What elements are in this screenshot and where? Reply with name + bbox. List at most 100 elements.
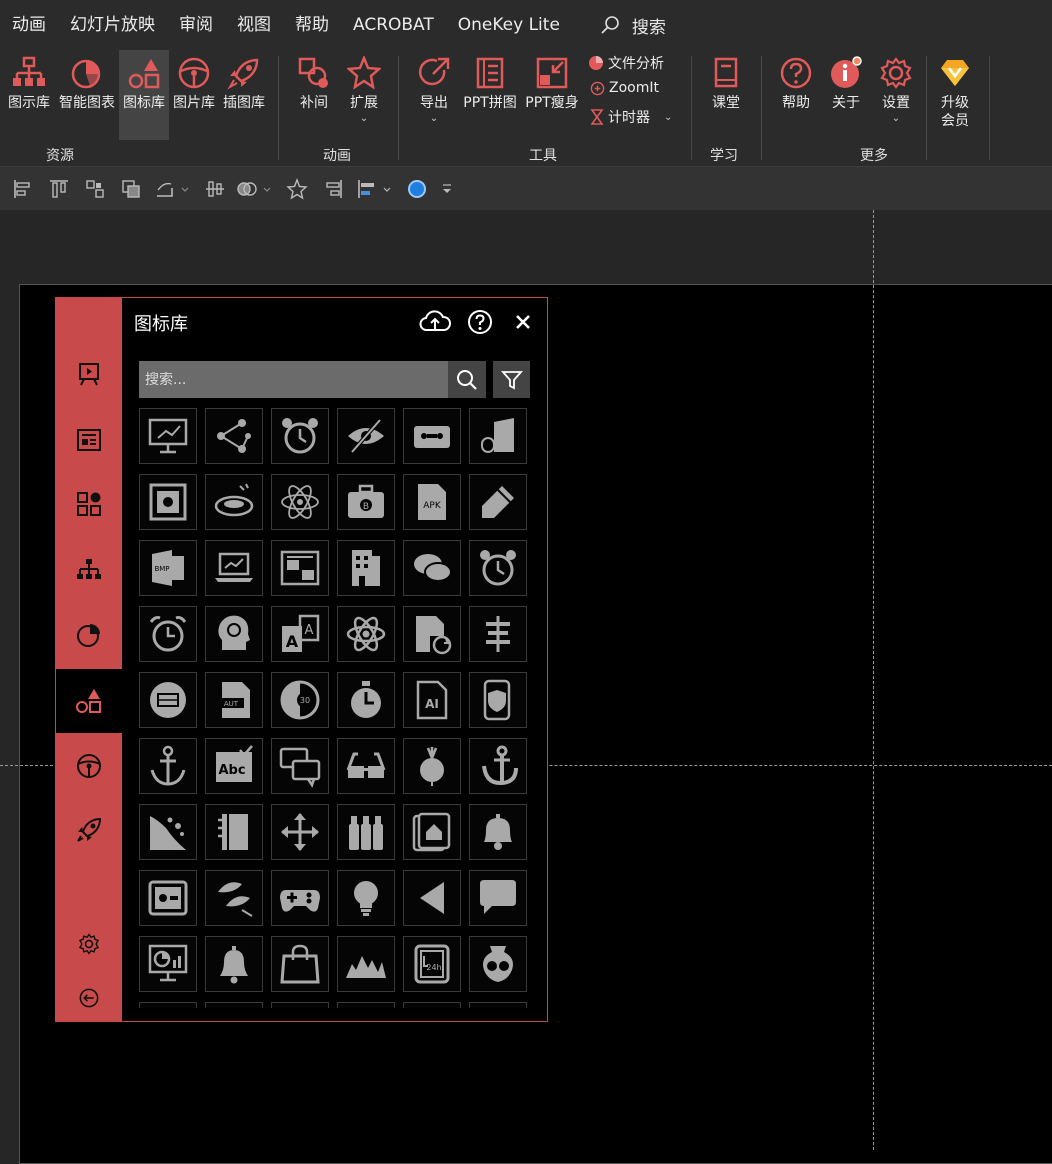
merge-shapes-icon[interactable] (236, 178, 258, 200)
help-button[interactable] (466, 308, 494, 336)
align-right-icon[interactable] (322, 178, 344, 200)
icon-tile-bell[interactable] (469, 804, 527, 860)
upgrade-member-button[interactable]: 升级 会员 (932, 50, 978, 140)
tab-onekey[interactable]: OneKey Lite (446, 0, 572, 50)
icon-tile-bell-2[interactable] (205, 936, 263, 992)
image-library-button[interactable]: 图片库 (170, 50, 218, 140)
icon-tile-font-letters[interactable]: AA (271, 606, 329, 662)
icon-tile-mouse-bag[interactable] (469, 408, 527, 464)
icon-tile-safe-box[interactable] (139, 474, 197, 530)
tween-button[interactable]: 补间 (292, 50, 336, 140)
icon-tile-pencil-eraser[interactable] (469, 474, 527, 530)
ppt-puzzle-button[interactable]: PPT拼图 (460, 50, 520, 140)
icon-tile-aut-file[interactable]: AUT (205, 672, 263, 728)
upload-button[interactable] (418, 308, 452, 336)
zoomit-button[interactable]: ZoomIt (590, 80, 659, 96)
help-button[interactable]: 帮助 (774, 50, 818, 140)
close-button[interactable] (509, 308, 537, 336)
icon-tile-home-book[interactable] (403, 804, 461, 860)
icon-tile-alarm-clock-3[interactable] (139, 606, 197, 662)
file-analysis-button[interactable]: 文件分析 (588, 53, 664, 73)
icon-tile-eye-slash[interactable] (337, 408, 395, 464)
group-objects-icon[interactable] (120, 178, 142, 200)
icon-tile-mountains[interactable] (337, 936, 395, 992)
extend-button[interactable]: 扩展 ⌄ (340, 50, 388, 140)
icon-tile-notebook[interactable] (205, 804, 263, 860)
sidebar-item-shapes[interactable] (56, 669, 122, 733)
icon-tile-chat-bubbles[interactable] (403, 540, 461, 596)
align-left-icon[interactable] (12, 178, 34, 200)
icon-tile-chat-double[interactable] (271, 738, 329, 794)
icon-tile-anchor-2[interactable] (469, 738, 527, 794)
icon-tile-bottles[interactable] (337, 804, 395, 860)
icon-tile-safe[interactable] (139, 870, 197, 926)
menu-search[interactable]: 搜索 (600, 13, 666, 38)
icon-tile-office-building[interactable] (337, 540, 395, 596)
icon-library-button[interactable]: 图标库 (119, 50, 169, 140)
icon-tile-alarm-clock-2[interactable] (469, 540, 527, 596)
icon-tile[interactable] (469, 1002, 527, 1008)
icon-tile-vase[interactable] (469, 936, 527, 992)
icon-tile-timer-30[interactable]: 30 (271, 672, 329, 728)
diagram-library-button[interactable]: 图示库 (4, 50, 54, 140)
icon-tile[interactable] (139, 1002, 197, 1008)
icon-tile-3d-glasses[interactable] (337, 738, 395, 794)
customize-toolbar-icon[interactable] (440, 178, 454, 200)
distribute-icon[interactable] (84, 178, 106, 200)
align-middle-icon[interactable] (204, 178, 226, 200)
tab-slideshow[interactable]: 幻灯片放映 (58, 0, 167, 50)
icon-tile-laptop-chart[interactable] (205, 540, 263, 596)
icon-tile-triangle-left[interactable] (403, 870, 461, 926)
icon-tile-share-nodes[interactable] (205, 408, 263, 464)
icon-tile[interactable] (403, 1002, 461, 1008)
icon-tile-ai-file[interactable]: AI (403, 672, 461, 728)
about-button[interactable]: 关于 (824, 50, 868, 140)
align-options-icon[interactable] (356, 178, 378, 200)
search-button[interactable] (448, 361, 486, 398)
icon-tile-dashboard-monitor[interactable] (139, 936, 197, 992)
icon-tile-atom[interactable] (337, 606, 395, 662)
icon-tile-phone-shield[interactable] (469, 672, 527, 728)
icon-tile-light-bulb[interactable] (337, 870, 395, 926)
icon-tile-stopwatch[interactable] (337, 672, 395, 728)
chevron-down-icon[interactable] (180, 178, 190, 200)
icon-tile-image-document[interactable] (271, 540, 329, 596)
align-top-icon[interactable] (48, 178, 70, 200)
icon-tile[interactable] (271, 1002, 329, 1008)
sidebar-item-steering[interactable] (56, 734, 122, 798)
icon-tile-gamepad[interactable] (271, 870, 329, 926)
sidebar-item-apps[interactable] (56, 472, 122, 536)
icon-tile-cassette-tape[interactable] (403, 408, 461, 464)
tab-help[interactable]: 帮助 (283, 0, 341, 50)
classroom-button[interactable]: 课堂 (704, 50, 748, 140)
icon-tile-alarm-clock[interactable] (271, 408, 329, 464)
icon-tile-feathers[interactable] (205, 870, 263, 926)
icon-tile-apk-file[interactable]: APK (403, 474, 461, 530)
icon-tile-fish-bowl[interactable] (205, 474, 263, 530)
icon-tile-presentation-chart[interactable] (139, 408, 197, 464)
icon-tile-24h-clock[interactable]: 24h (403, 936, 461, 992)
icon-tile-speech-bubble[interactable] (469, 870, 527, 926)
star-effect-icon[interactable] (286, 178, 308, 200)
sidebar-item-slideshow[interactable] (56, 342, 122, 406)
icon-tile-shopping-bag[interactable] (271, 936, 329, 992)
filter-button[interactable] (493, 361, 530, 398)
tab-animation[interactable]: 动画 (0, 0, 58, 50)
sidebar-settings[interactable] (56, 922, 122, 966)
icon-tile-anchor[interactable] (139, 738, 197, 794)
icon-tile-atom-science[interactable] (271, 474, 329, 530)
icon-tile[interactable] (205, 1002, 263, 1008)
sidebar-item-hierarchy[interactable] (56, 538, 122, 602)
color-fill-icon[interactable] (406, 178, 428, 200)
timer-button[interactable]: 计时器 ⌄ (590, 107, 672, 127)
illustration-library-button[interactable]: 插图库 (219, 50, 269, 140)
ppt-slim-button[interactable]: PPT瘦身 (522, 50, 582, 140)
icon-tile-bmp-file[interactable]: BMP (139, 540, 197, 596)
export-button[interactable]: 导出 ⌄ (414, 50, 454, 140)
icon-tile-landslide[interactable] (139, 804, 197, 860)
sidebar-item-rocket[interactable] (56, 798, 122, 862)
tab-review[interactable]: 审阅 (167, 0, 225, 50)
icon-tile-idea-head[interactable] (205, 606, 263, 662)
icon-tile-ticket-circle[interactable] (139, 672, 197, 728)
icon-tile[interactable] (337, 1002, 395, 1008)
